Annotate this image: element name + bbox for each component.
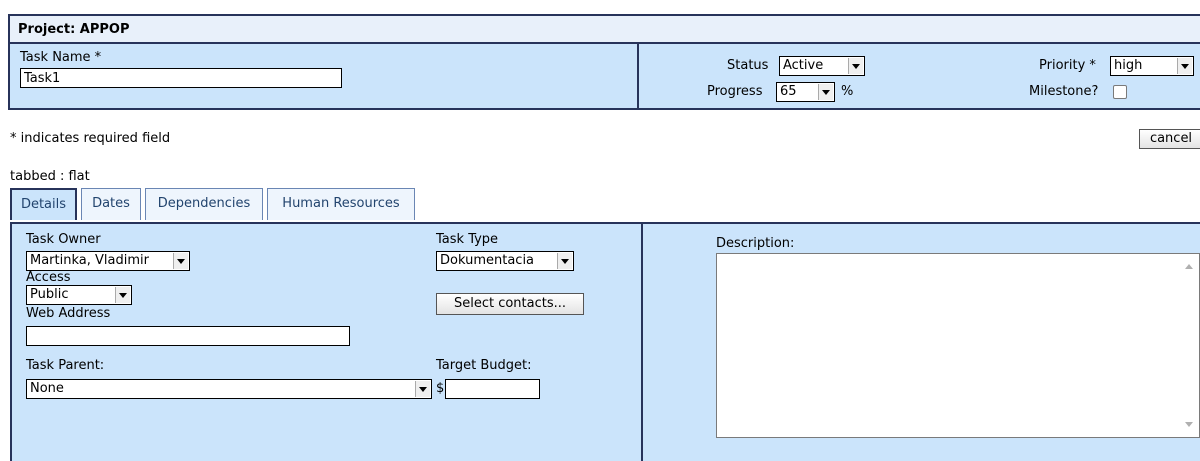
task-parent-value: None <box>30 381 64 396</box>
chevron-down-icon <box>173 253 188 269</box>
task-edit-form: Project: APPOP Task Name * Status Active… <box>0 0 1200 461</box>
chevron-down-icon <box>115 287 130 303</box>
target-budget-input[interactable] <box>445 379 540 399</box>
task-owner-select[interactable]: Martinka, Vladimir <box>26 251 190 271</box>
tab-details-label: Details <box>20 197 67 212</box>
chevron-down-icon <box>818 84 833 100</box>
task-parent-select[interactable]: None <box>26 379 432 399</box>
progress-label: Progress <box>707 84 763 99</box>
status-label: Status <box>727 58 769 73</box>
task-parent-label: Task Parent: <box>26 358 105 373</box>
project-header: Project: APPOP <box>8 14 1200 44</box>
scroll-down-icon[interactable] <box>1185 422 1193 427</box>
scroll-up-icon[interactable] <box>1185 264 1193 269</box>
task-name-label: Task Name * <box>20 50 102 65</box>
task-type-select[interactable]: Dokumentacia <box>436 251 574 271</box>
access-label: Access <box>26 270 71 285</box>
chevron-down-icon <box>415 381 430 397</box>
tab-mode-label: tabbed : flat <box>10 169 90 184</box>
task-owner-value: Martinka, Vladimir <box>30 253 149 268</box>
description-textarea[interactable] <box>716 253 1200 438</box>
task-type-value: Dokumentacia <box>440 253 535 268</box>
tab-dependencies[interactable]: Dependencies <box>145 188 263 220</box>
web-address-input[interactable] <box>26 326 350 346</box>
task-owner-label: Task Owner <box>26 232 101 247</box>
chevron-down-icon <box>848 58 863 74</box>
tab-human-resources-label: Human Resources <box>282 196 400 211</box>
project-title: Project: APPOP <box>18 22 130 37</box>
required-field-note: * indicates required field <box>10 131 171 146</box>
chevron-down-icon <box>557 253 572 269</box>
details-panel: Task Owner Martinka, Vladimir Access Pub… <box>10 222 643 461</box>
tab-dates-label: Dates <box>92 196 130 211</box>
cancel-button[interactable]: cancel <box>1139 129 1200 149</box>
tab-dates[interactable]: Dates <box>81 188 141 220</box>
task-name-section: Task Name * <box>8 42 639 110</box>
status-select[interactable]: Active <box>779 56 865 76</box>
status-value: Active <box>783 58 824 73</box>
task-type-label: Task Type <box>436 232 499 247</box>
access-select[interactable]: Public <box>26 285 132 305</box>
progress-value: 65 <box>780 84 797 99</box>
description-label: Description: <box>716 236 795 251</box>
chevron-down-icon <box>1177 58 1192 74</box>
milestone-label: Milestone? <box>1029 84 1099 99</box>
access-value: Public <box>30 287 69 302</box>
priority-select[interactable]: high <box>1110 56 1194 76</box>
task-status-section: Status Active Progress 65 % Priority * h… <box>639 42 1200 110</box>
select-contacts-button[interactable]: Select contacts... <box>436 293 584 315</box>
currency-symbol: $ <box>436 381 445 396</box>
milestone-checkbox[interactable] <box>1113 85 1127 99</box>
progress-unit: % <box>841 84 854 99</box>
target-budget-label: Target Budget: <box>436 358 532 373</box>
tab-dependencies-label: Dependencies <box>157 196 251 211</box>
tab-human-resources[interactable]: Human Resources <box>267 188 415 220</box>
priority-label: Priority * <box>1039 58 1096 73</box>
tab-details[interactable]: Details <box>10 188 77 220</box>
web-address-label: Web Address <box>26 306 111 321</box>
priority-value: high <box>1114 58 1143 73</box>
task-name-input[interactable] <box>20 68 342 88</box>
progress-select[interactable]: 65 <box>776 82 835 102</box>
